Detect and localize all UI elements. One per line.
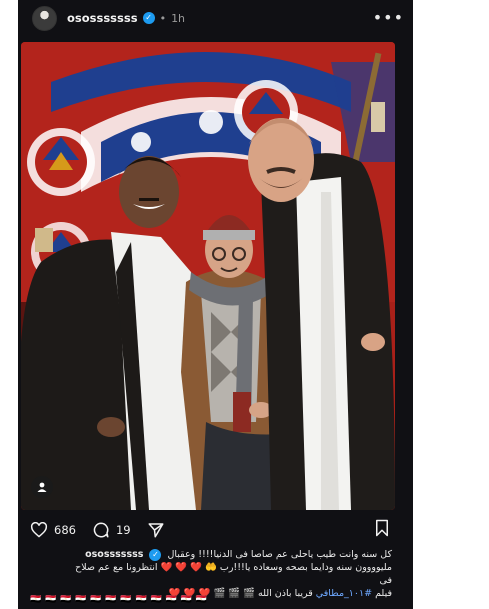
comment-button[interactable]: 19 <box>92 521 131 539</box>
avatar[interactable] <box>32 5 57 31</box>
caption-line-1: كل سنه وانت طيب ياحلى عم صاصا فى الدنيا!… <box>30 548 392 561</box>
save-button[interactable] <box>374 519 390 541</box>
post-caption: كل سنه وانت طيب ياحلى عم صاصا فى الدنيا!… <box>30 548 392 600</box>
person-icon <box>37 482 47 492</box>
comment-count[interactable]: 19 <box>116 523 131 537</box>
caption-text-1: كل سنه وانت طيب ياحلى عم صاصا فى الدنيا!… <box>167 549 392 560</box>
post-photo[interactable] <box>21 42 395 510</box>
caption-flags: 🇪🇬 🇪🇬 🇪🇬 🇪🇬 🇪🇬 🇪🇬 🇪🇬 🇪🇬 🇪🇬 🇪🇬 🇪🇬 🇪🇬 <box>30 595 208 605</box>
caption-verified-icon: ✓ <box>149 548 162 561</box>
comment-bubble-icon <box>93 522 109 538</box>
share-button[interactable] <box>147 521 165 539</box>
verified-badge-icon: ✓ <box>142 12 155 24</box>
heart-icon <box>30 522 48 538</box>
like-count[interactable]: 686 <box>54 523 76 537</box>
post-header: ososssssss ✓ • 1h ••• <box>32 4 404 32</box>
like-button[interactable]: 686 <box>30 522 76 538</box>
send-icon <box>148 523 164 538</box>
post-time[interactable]: 1h <box>171 12 185 25</box>
post-card: ososssssss ✓ • 1h ••• 686 19 كل سنه وانت… <box>18 0 413 609</box>
caption-line-3: فى <box>379 575 392 586</box>
action-bar: 686 19 <box>30 518 390 542</box>
more-options-icon[interactable]: ••• <box>373 10 404 26</box>
username[interactable]: ososssssss <box>67 11 138 25</box>
page-background: ososssssss ✓ • 1h ••• 686 19 كل سنه وانت… <box>0 0 489 609</box>
caption-username[interactable]: ososssssss <box>85 549 143 560</box>
photo-illustration <box>21 42 395 510</box>
bookmark-icon <box>376 519 388 537</box>
tagged-people-button[interactable] <box>31 476 53 498</box>
caption-line-2: مليوووون سنه ودايما بصحه وسعاده يا!!!رب … <box>75 562 392 573</box>
separator-dot: • <box>159 11 167 25</box>
